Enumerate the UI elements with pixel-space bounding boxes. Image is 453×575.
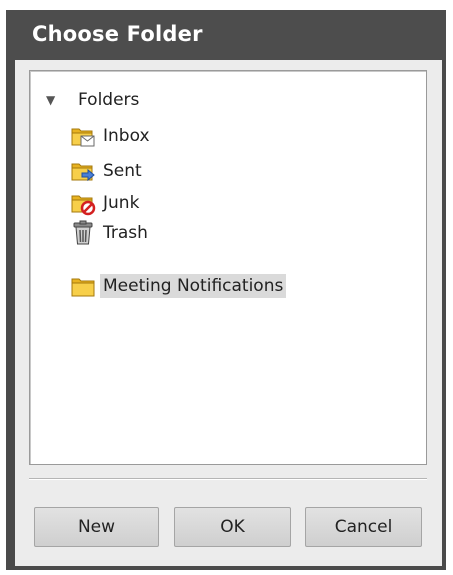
tree-item-sent[interactable]: Sent	[70, 156, 145, 186]
tree-root-folders[interactable]: ▼ Folders	[46, 88, 139, 112]
junk-folder-icon	[70, 190, 96, 216]
tree-item-inbox[interactable]: Inbox	[70, 121, 153, 151]
inbox-folder-icon	[70, 123, 96, 149]
trash-can-icon	[70, 220, 96, 246]
sent-folder-icon	[70, 158, 96, 184]
tree-item-label: Inbox	[103, 126, 150, 146]
tree-item-label: Junk	[103, 193, 140, 213]
tree-item-trash[interactable]: Trash	[70, 218, 151, 248]
tree-item-junk[interactable]: Junk	[70, 188, 142, 218]
tree-root-label: Folders	[78, 90, 140, 110]
folder-tree: ▼ Folders Inbox Sent Junk Trash Meeting …	[29, 70, 427, 465]
tree-item-label: Trash	[103, 223, 148, 243]
dialog-title: Choose Folder	[32, 22, 203, 46]
tree-item-label: Sent	[103, 161, 142, 181]
tree-item-label: Meeting Notifications	[100, 274, 287, 298]
triangle-down-icon[interactable]: ▼	[46, 93, 68, 107]
tree-item-meeting-notifications[interactable]: Meeting Notifications	[70, 271, 287, 301]
new-button[interactable]: New	[34, 507, 159, 547]
ok-button[interactable]: OK	[174, 507, 291, 547]
cancel-button[interactable]: Cancel	[305, 507, 422, 547]
dialog-titlebar[interactable]: Choose Folder	[6, 10, 446, 60]
choose-folder-dialog: Choose Folder ▼ Folders Inbox Sent Junk …	[6, 10, 446, 570]
divider	[29, 478, 427, 480]
folder-icon	[70, 273, 96, 299]
dialog-body: ▼ Folders Inbox Sent Junk Trash Meeting …	[15, 60, 442, 566]
